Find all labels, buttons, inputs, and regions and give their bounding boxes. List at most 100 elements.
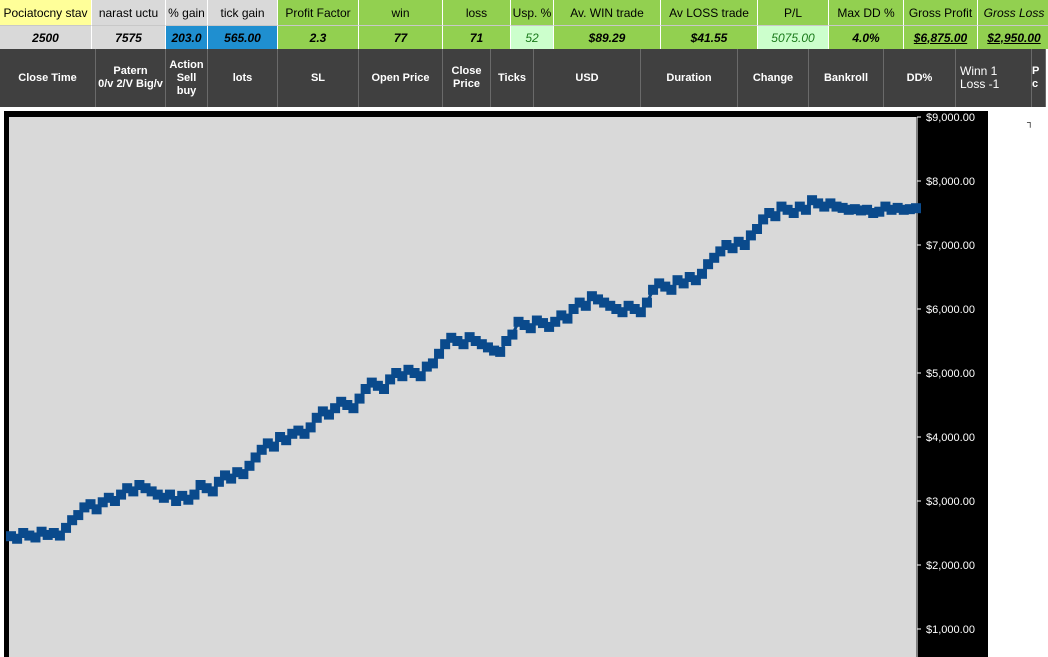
column-header-line: 0/v 2/V Big/v	[98, 78, 163, 90]
column-header-line: Loss -1	[960, 77, 1000, 91]
y-tick-label: $6,000.00	[926, 304, 975, 316]
column-header[interactable]: SL	[278, 49, 359, 107]
resize-handle-icon[interactable]: ┐	[1027, 117, 1033, 128]
win-count-value[interactable]: 77	[359, 25, 443, 49]
data-point	[379, 384, 390, 394]
column-header-line: Open Price	[371, 71, 430, 84]
data-point	[427, 358, 438, 369]
data-point	[189, 489, 200, 500]
column-header[interactable]: Bankroll	[809, 49, 884, 107]
column-header-line: Close	[451, 65, 482, 77]
data-point	[752, 224, 763, 234]
data-point	[580, 300, 591, 311]
data-point	[207, 486, 218, 497]
column-header[interactable]: DD%	[884, 49, 956, 107]
data-point	[696, 268, 707, 279]
success-rate-label: Usp. %	[511, 0, 554, 25]
avg-loss-trade-value[interactable]: $41.55	[661, 25, 758, 49]
column-header-line: Patern	[113, 65, 148, 77]
data-point	[415, 371, 426, 382]
data-point	[268, 441, 279, 452]
data-point	[495, 346, 506, 357]
data-point	[434, 348, 445, 359]
y-tick-label: $2,000.00	[926, 560, 975, 572]
profit-factor-value[interactable]: 2.3	[278, 25, 359, 49]
max-drawdown-label: Max DD %	[829, 0, 904, 25]
column-header-line: Close Time	[18, 71, 77, 84]
column-header[interactable]: Close Price	[443, 49, 491, 107]
y-tick-label: $7,000.00	[926, 240, 975, 252]
column-header[interactable]: Close Time	[0, 49, 96, 107]
column-header[interactable]: Winn 1 Loss -1	[956, 49, 1032, 107]
column-header-line: P	[1032, 65, 1040, 77]
column-header-line: Action	[169, 58, 204, 71]
column-header-line: DD%	[906, 71, 933, 84]
data-point	[348, 403, 359, 414]
loss-count-value[interactable]: 71	[443, 25, 511, 49]
y-tick-label: $9,000.00	[926, 112, 975, 124]
profit-loss-label: P/L	[758, 0, 829, 25]
y-tick-label: $8,000.00	[926, 176, 975, 188]
avg-win-trade-label: Av. WIN trade	[554, 0, 661, 25]
column-header[interactable]: Ticks	[491, 49, 534, 107]
win-count-label: win	[359, 0, 443, 25]
column-header-line: Bankroll	[823, 71, 868, 84]
column-header-line: SL	[310, 71, 326, 84]
column-header-line: USD	[575, 71, 599, 84]
summary-value-row: 2500 7575 203.0 565.00 2.3 77 71 52 $89.29 $41.55…	[0, 25, 1048, 49]
data-point	[507, 329, 518, 340]
profit-loss-value[interactable]: 5075.00	[758, 25, 829, 49]
tick-gain-label: tick gain	[208, 0, 278, 25]
y-tick-label: $3,000.00	[926, 496, 975, 508]
column-header-line: buy	[176, 84, 197, 97]
column-header-line: lots	[232, 71, 253, 84]
success-rate-value[interactable]: 52	[511, 25, 554, 49]
column-header-line: Duration	[666, 71, 712, 84]
column-header[interactable]: Change	[738, 49, 809, 107]
gross-loss-label: Gross Loss	[978, 0, 1048, 25]
column-header-line: Change	[752, 71, 794, 84]
column-header[interactable]: Patern 0/v 2/V Big/v	[96, 49, 166, 107]
equity-chart-svg: $1,000.00 $2,000.00 $3,000.00 $4,000.00 $5,0…	[6, 112, 1033, 657]
column-header[interactable]: Duration	[641, 49, 738, 107]
plot-area	[9, 117, 916, 657]
column-header[interactable]: Open Price	[359, 49, 443, 107]
data-point	[641, 297, 652, 308]
start-balance-value[interactable]: 2500	[0, 25, 92, 49]
profit-factor-label: Profit Factor	[278, 0, 359, 25]
column-header-line: Sell	[176, 71, 197, 84]
equity-chart: $1,000.00 $2,000.00 $3,000.00 $4,000.00 $5,0…	[0, 107, 1048, 657]
data-point	[770, 211, 781, 222]
data-point	[354, 393, 365, 404]
start-balance-label: Pociatocny stav	[0, 0, 92, 25]
column-header[interactable]: Action Sell buy	[166, 49, 208, 107]
data-point	[911, 203, 921, 214]
column-header-line: Ticks	[498, 71, 526, 84]
percent-gain-value[interactable]: 203.0	[166, 25, 208, 49]
summary-label-row: Pociatocny stav narast uctu% gain tick gai…	[0, 0, 1048, 25]
data-point	[739, 240, 750, 250]
tick-gain-value[interactable]: 565.00	[208, 25, 278, 49]
column-header-row: Close Time Patern 0/v 2/V Big/v Action Sell b…	[0, 49, 1046, 107]
data-point	[666, 284, 677, 295]
y-tick-label: $4,000.00	[926, 432, 975, 444]
account-growth-label: narast uctu	[92, 0, 166, 25]
percent-gain-label: % gain	[166, 0, 208, 25]
y-tick-label: $5,000.00	[926, 368, 975, 380]
column-header[interactable]: Pc	[1032, 49, 1046, 107]
column-header[interactable]: lots	[208, 49, 278, 107]
data-point	[305, 422, 316, 433]
gross-loss-value[interactable]: $2,950.00	[978, 25, 1048, 49]
max-drawdown-value[interactable]: 4.0%	[829, 25, 904, 49]
gross-profit-label: Gross Profit	[904, 0, 978, 25]
column-header[interactable]: USD	[534, 49, 641, 107]
gross-profit-value[interactable]: $6,875.00	[904, 25, 978, 49]
data-point	[635, 307, 646, 318]
data-point	[562, 313, 573, 324]
account-growth-value[interactable]: 7575	[92, 25, 166, 49]
avg-win-trade-value[interactable]: $89.29	[554, 25, 661, 49]
column-header-line: Price	[453, 78, 480, 90]
loss-count-label: loss	[443, 0, 511, 25]
column-header-line: c	[1032, 78, 1039, 90]
avg-loss-trade-label: Av LOSS trade	[661, 0, 758, 25]
